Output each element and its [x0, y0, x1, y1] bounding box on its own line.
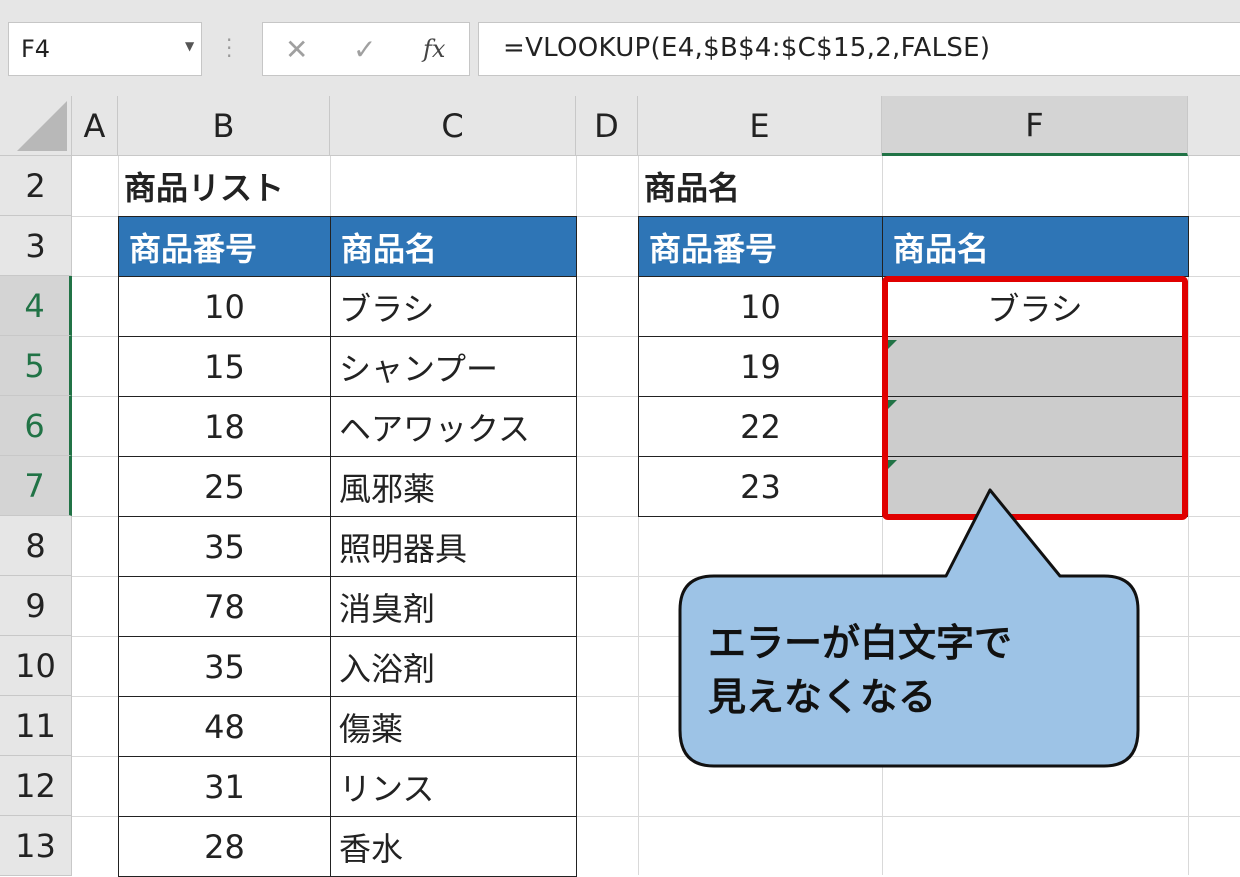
row-header-12[interactable]: 12 [0, 756, 72, 816]
column-header-d[interactable]: D [576, 96, 638, 156]
product-name-cell[interactable]: 香水 [330, 816, 577, 877]
product-number-cell[interactable]: 10 [118, 276, 331, 337]
row-header-4[interactable]: 4 [0, 276, 72, 336]
formula-bar-area: F4 ▼ · · · ✕ ✓ fx =VLOOKUP(E4,$B$4:$C$15,2… [0, 0, 1240, 96]
enter-icon[interactable]: ✓ [353, 33, 376, 66]
formula-text: =VLOOKUP(E4,$B$4:$C$15,2,FALSE) [503, 33, 991, 63]
row-header-9[interactable]: 9 [0, 576, 72, 636]
callout-line-2: 見えなくなる [708, 675, 937, 719]
product-number-cell[interactable]: 18 [118, 396, 331, 457]
product-number-cell[interactable]: 28 [118, 816, 331, 877]
product-list-title: 商品リスト [124, 169, 285, 207]
product-number-cell[interactable]: 78 [118, 576, 331, 637]
formula-buttons: ✕ ✓ fx [262, 22, 470, 76]
name-box-value: F4 [21, 35, 51, 63]
row-header-10[interactable]: 10 [0, 636, 72, 696]
product-name-cell[interactable]: 傷薬 [330, 696, 577, 757]
column-header-b[interactable]: B [118, 96, 330, 156]
lookup-number-cell[interactable]: 22 [638, 396, 883, 457]
product-name-cell[interactable]: 入浴剤 [330, 636, 577, 697]
row-header-3[interactable]: 3 [0, 216, 72, 276]
column-header-a[interactable]: A [72, 96, 118, 156]
cancel-icon[interactable]: ✕ [285, 33, 308, 66]
row-header-13[interactable]: 13 [0, 816, 72, 876]
product-name-cell[interactable]: リンス [330, 756, 577, 817]
product-list-header-number[interactable]: 商品番号 [118, 216, 331, 277]
column-header-e[interactable]: E [638, 96, 882, 156]
product-number-cell[interactable]: 35 [118, 516, 331, 577]
more-options-icon[interactable]: · · · [226, 30, 232, 66]
product-name-cell[interactable]: ブラシ [330, 276, 577, 337]
name-box[interactable]: F4 ▼ [8, 22, 202, 76]
row-header-2[interactable]: 2 [0, 156, 72, 216]
product-name-cell[interactable]: ヘアワックス [330, 396, 577, 457]
lookup-header-number[interactable]: 商品番号 [638, 216, 883, 277]
product-number-cell[interactable]: 25 [118, 456, 331, 517]
product-list-header-name[interactable]: 商品名 [330, 216, 577, 277]
callout-text: エラーが白文字で 見えなくなる [708, 616, 1108, 724]
column-header-c[interactable]: C [330, 96, 576, 156]
row-header-11[interactable]: 11 [0, 696, 72, 756]
formula-input[interactable]: =VLOOKUP(E4,$B$4:$C$15,2,FALSE) [478, 22, 1240, 76]
product-number-cell[interactable]: 35 [118, 636, 331, 697]
product-name-cell[interactable]: 消臭剤 [330, 576, 577, 637]
select-all-corner[interactable] [0, 96, 72, 156]
product-name-cell[interactable]: 照明器具 [330, 516, 577, 577]
row-header-6[interactable]: 6 [0, 396, 72, 456]
row-header-8[interactable]: 8 [0, 516, 72, 576]
callout-line-1: エラーが白文字で [708, 621, 1013, 665]
chevron-down-icon[interactable]: ▼ [185, 39, 194, 53]
column-header-next[interactable] [1188, 96, 1240, 156]
product-number-cell[interactable]: 48 [118, 696, 331, 757]
lookup-title: 商品名 [644, 169, 741, 207]
lookup-number-cell[interactable]: 10 [638, 276, 883, 337]
row-header-7[interactable]: 7 [0, 456, 72, 516]
row-header-5[interactable]: 5 [0, 336, 72, 396]
product-name-cell[interactable]: 風邪薬 [330, 456, 577, 517]
lookup-number-cell[interactable]: 19 [638, 336, 883, 397]
product-number-cell[interactable]: 15 [118, 336, 331, 397]
highlight-frame [882, 276, 1188, 520]
insert-function-icon[interactable]: fx [423, 35, 445, 63]
lookup-header-name[interactable]: 商品名 [882, 216, 1189, 277]
column-header-f[interactable]: F [882, 96, 1188, 156]
product-number-cell[interactable]: 31 [118, 756, 331, 817]
product-name-cell[interactable]: シャンプー [330, 336, 577, 397]
